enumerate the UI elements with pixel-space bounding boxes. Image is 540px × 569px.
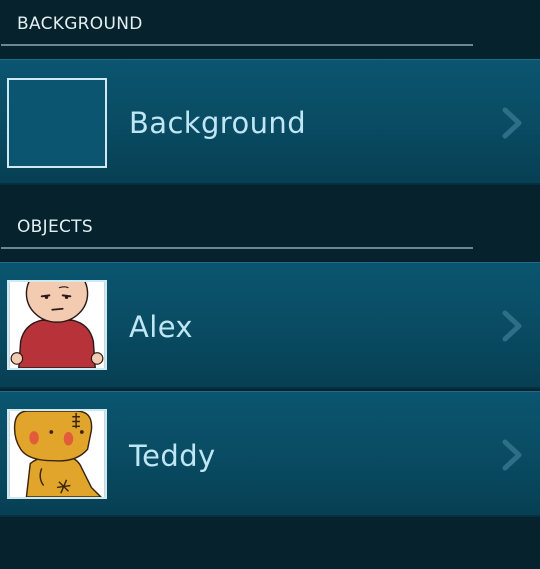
teddy-thumbnail xyxy=(7,409,107,499)
alex-thumbnail xyxy=(7,280,107,370)
section-divider xyxy=(1,44,473,46)
list-item-teddy[interactable]: Teddy xyxy=(0,391,540,517)
alex-character-thumbnail xyxy=(9,282,105,368)
section-header-objects: OBJECTS xyxy=(0,203,540,251)
background-thumbnail xyxy=(7,78,107,168)
list-item-label: Teddy xyxy=(129,439,216,473)
teddy-character-thumbnail xyxy=(9,411,105,497)
scene-object-list: BACKGROUND Background OBJECTS Alex Teddy xyxy=(0,0,540,569)
chevron-right-icon xyxy=(499,106,527,140)
section-divider xyxy=(1,247,473,249)
list-item-label: Alex xyxy=(129,310,193,344)
section-title: BACKGROUND xyxy=(17,14,143,34)
empty-background-thumbnail xyxy=(9,80,105,166)
section-header-background: BACKGROUND xyxy=(0,0,540,48)
chevron-right-icon xyxy=(499,438,527,472)
list-item-alex[interactable]: Alex xyxy=(0,262,540,389)
chevron-right-icon xyxy=(499,309,527,343)
list-item-label: Background xyxy=(129,106,307,140)
list-item-background[interactable]: Background xyxy=(0,59,540,185)
section-title: OBJECTS xyxy=(17,217,93,237)
